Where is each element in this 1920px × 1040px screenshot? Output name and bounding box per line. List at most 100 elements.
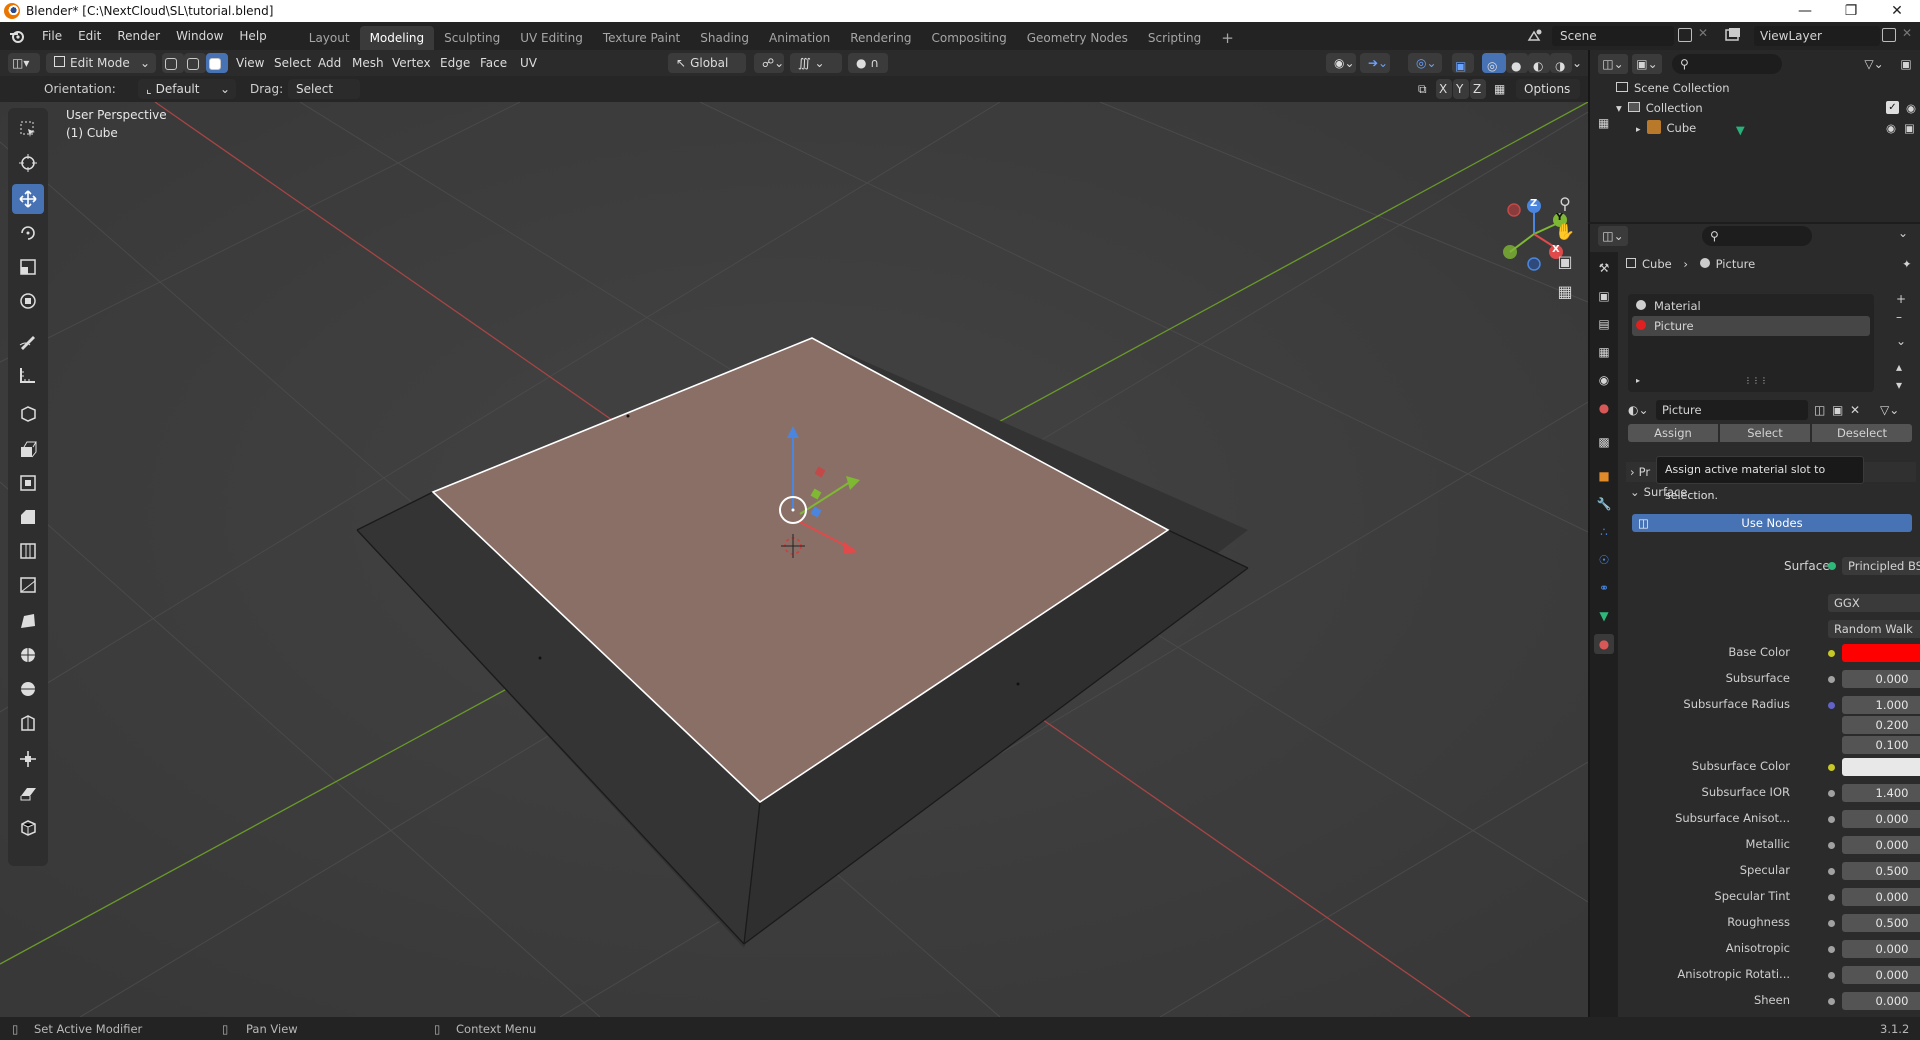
smooth-tool-icon[interactable]	[12, 674, 44, 704]
menu-view[interactable]: View	[236, 53, 264, 73]
subsurface-radius-field[interactable]: 0.100	[1842, 736, 1920, 754]
color-swatch[interactable]	[1842, 758, 1920, 776]
tab-compositing[interactable]: Compositing	[921, 26, 1016, 50]
tab-layout[interactable]: Layout	[299, 26, 360, 50]
value-slider[interactable]: 0.500	[1842, 862, 1920, 880]
remove-slot-icon[interactable]: –	[1896, 310, 1902, 324]
input-socket-icon[interactable]	[1828, 702, 1835, 709]
menu-render[interactable]: Render	[109, 22, 168, 50]
transform-orientation-selector[interactable]: ↖Global ⌄	[668, 53, 746, 90]
annotate-tool-icon[interactable]	[12, 326, 44, 356]
xray-toggle-icon[interactable]: ▣	[1452, 53, 1474, 73]
mirror-y-toggle[interactable]: Y	[1453, 79, 1469, 99]
gizmo-toggle-icon[interactable]: ➔⌄	[1360, 53, 1390, 73]
auto-merge-icon[interactable]: ▦	[1494, 79, 1505, 99]
constraints-tab-icon[interactable]: ⚭	[1594, 578, 1614, 598]
input-socket-icon[interactable]	[1828, 650, 1835, 657]
rotate-tool-icon[interactable]	[12, 218, 44, 248]
solid-shading-icon[interactable]: ●	[1506, 53, 1528, 73]
camera-view-icon[interactable]: ▣	[1550, 252, 1580, 282]
collection-tab-icon[interactable]: ▩	[1594, 432, 1614, 452]
menu-add[interactable]: Add	[318, 53, 341, 73]
close-icon[interactable]: ✕	[1874, 0, 1920, 22]
restore-icon[interactable]: ❐	[1828, 0, 1874, 22]
scene-selector[interactable]: Scene	[1552, 26, 1674, 46]
drag-selector[interactable]: Select Box⌄	[288, 79, 360, 116]
view-layer-selector[interactable]: ViewLayer	[1754, 26, 1880, 46]
list-expand-icon[interactable]: ▸	[1636, 376, 1640, 385]
new-collection-icon[interactable]: ▣	[1896, 54, 1916, 74]
tab-shading[interactable]: Shading	[690, 26, 759, 50]
cube-render-icon[interactable]: ▣	[1904, 118, 1915, 138]
value-slider[interactable]: 0.000	[1842, 836, 1920, 854]
surface-shader-selector[interactable]: Principled BSDF	[1842, 557, 1920, 575]
edge-select-mode-icon[interactable]	[184, 53, 206, 73]
scene-icon[interactable]	[1526, 26, 1548, 46]
mirror-x-toggle[interactable]: X	[1436, 79, 1452, 99]
tab-modeling[interactable]: Modeling	[359, 26, 435, 50]
cursor-tool-icon[interactable]	[12, 148, 44, 178]
zoom-icon[interactable]: ⚲	[1550, 194, 1580, 222]
data-tab-icon[interactable]: ▼	[1594, 606, 1614, 626]
add-slot-icon[interactable]: +	[1896, 292, 1906, 306]
surface-panel-header[interactable]: ⌄ Surface	[1626, 482, 1916, 502]
unlink-material-icon[interactable]: ✕	[1850, 400, 1866, 420]
menu-window[interactable]: Window	[168, 22, 231, 50]
expand-arrow-icon[interactable]: ▾	[1616, 101, 1622, 115]
input-socket-icon[interactable]	[1828, 894, 1835, 901]
new-view-layer-icon[interactable]	[1882, 28, 1896, 42]
cube-visibility-icon[interactable]: ◉	[1886, 118, 1896, 138]
new-scene-icon[interactable]	[1678, 28, 1692, 42]
extrude-tool-icon[interactable]	[12, 434, 44, 464]
shrink-fatten-tool-icon[interactable]	[12, 744, 44, 774]
properties-search-input[interactable]: ⚲	[1702, 226, 1812, 246]
value-slider[interactable]: 0.000	[1842, 670, 1920, 688]
subsurface-radius-field[interactable]: 0.200	[1842, 716, 1920, 734]
remove-view-layer-icon[interactable]: ✕	[1902, 26, 1912, 40]
collection-checkbox[interactable]: ✓	[1886, 101, 1899, 114]
menu-select[interactable]: Select	[274, 53, 311, 73]
add-cube-tool-icon[interactable]	[12, 398, 44, 428]
particles-tab-icon[interactable]: ∴	[1594, 522, 1614, 542]
visibility-icon[interactable]: ◉⌄	[1326, 53, 1356, 73]
properties-editor-type-icon[interactable]: ◫⌄	[1598, 226, 1628, 246]
menu-file[interactable]: File	[34, 22, 70, 50]
edit-mode-toggle-icon[interactable]: ▦	[1598, 116, 1609, 130]
transform-tool-icon[interactable]	[12, 286, 44, 316]
filter-icon[interactable]: ▽⌄	[1860, 54, 1888, 74]
physics-tab-icon[interactable]: ☉	[1594, 550, 1614, 570]
select-button[interactable]: Select	[1720, 424, 1810, 442]
shear-tool-icon[interactable]	[12, 778, 44, 808]
world-tab-icon[interactable]: ●	[1594, 398, 1614, 418]
input-socket-icon[interactable]	[1828, 790, 1835, 797]
rip-region-tool-icon[interactable]	[12, 812, 44, 842]
subsurface-method-selector[interactable]: Random Walk⌄	[1828, 620, 1920, 638]
value-slider[interactable]: 0.000	[1842, 966, 1920, 984]
input-socket-icon[interactable]	[1828, 842, 1835, 849]
vertex-select-mode-icon[interactable]	[162, 53, 184, 73]
orientation-selector[interactable]: ⌞ Default ⌄	[138, 79, 236, 99]
mirror-z-toggle[interactable]: Z	[1470, 79, 1486, 99]
input-socket-icon[interactable]	[1828, 868, 1835, 875]
outliner-collection[interactable]: ▾Collection ✓ ◉ ▣	[1616, 98, 1916, 118]
value-slider[interactable]: 1.400	[1842, 784, 1920, 802]
tab-scripting[interactable]: Scripting	[1138, 26, 1211, 50]
mode-selector[interactable]: Edit Mode ⌄	[46, 53, 156, 73]
snap-icon[interactable]: ∭ ⌄	[790, 53, 842, 73]
menu-edit[interactable]: Edit	[70, 22, 109, 50]
mesh-data-icon[interactable]: ▼	[1736, 120, 1750, 137]
menu-mesh[interactable]: Mesh	[352, 53, 384, 73]
fake-user-icon[interactable]: ◫	[1814, 400, 1830, 420]
browse-material-icon[interactable]: ◐⌄	[1628, 400, 1652, 420]
object-tab-icon[interactable]: ■	[1594, 466, 1614, 486]
list-resize-handle-icon[interactable]: ⋮⋮⋮	[1744, 376, 1768, 385]
menu-uv[interactable]: UV	[520, 53, 537, 73]
tool-tab-icon[interactable]: ⚒	[1594, 258, 1614, 278]
outliner-object-cube[interactable]: ▸ Cube ▼ ◉ ▣	[1636, 118, 1916, 138]
value-slider[interactable]: 0.500	[1842, 914, 1920, 932]
use-nodes-button[interactable]: ◫ Use Nodes	[1632, 514, 1912, 532]
scene-tab-icon[interactable]: ◉	[1594, 370, 1614, 390]
face-select-mode-icon[interactable]	[206, 53, 228, 73]
pan-hand-icon[interactable]: ✋	[1550, 222, 1580, 252]
poly-build-tool-icon[interactable]	[12, 606, 44, 636]
